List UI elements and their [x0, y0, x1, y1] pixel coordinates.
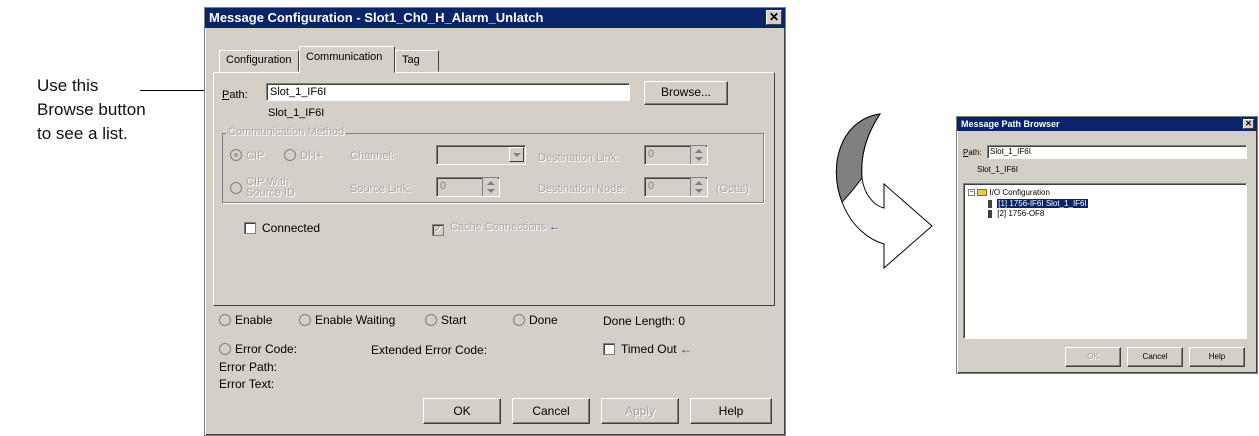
source-link-label: Source Link: — [350, 183, 412, 195]
browser-ok-button[interactable]: OK — [1065, 347, 1121, 367]
cip-source-id-radio[interactable]: CIP With Source ID — [230, 177, 295, 199]
message-path-browser-dialog: Message Path Browser ✕ Path: Slot_1_IF6I… — [956, 116, 1258, 374]
connected-checkbox[interactable]: Connected — [244, 221, 320, 235]
spinner-icon[interactable] — [482, 178, 498, 196]
checkbox-icon: ✓ — [432, 224, 444, 236]
message-configuration-dialog: Message Configuration - Slot1_Ch0_H_Alar… — [204, 7, 786, 436]
path-resolved-text: Slot_1_IF6I — [268, 107, 325, 119]
error-path-label: Error Path: — [219, 360, 278, 374]
radio-icon — [513, 314, 525, 326]
path-label: Path: — [222, 89, 248, 101]
dhplus-radio[interactable]: DH+ — [284, 149, 322, 162]
radio-icon — [219, 314, 231, 326]
module-icon — [988, 199, 992, 208]
io-configuration-tree[interactable]: − I/O Configuration [1] 1756-IF6I Slot_1… — [963, 183, 1247, 339]
octal-label: (Octal) — [716, 183, 749, 195]
browser-title: Message Path Browser — [961, 119, 1060, 129]
cip-radio[interactable]: CIP — [230, 149, 264, 162]
browse-button-label: Browse... — [660, 85, 711, 99]
radio-icon — [230, 182, 242, 194]
checkbox-icon — [603, 343, 615, 355]
destination-node-label: Destination Node: — [538, 183, 626, 195]
enable-waiting-indicator: Enable Waiting — [299, 313, 395, 327]
radio-icon — [299, 314, 311, 326]
cancel-button[interactable]: Cancel — [512, 398, 590, 424]
browser-path-resolved-text: Slot_1_IF6I — [977, 165, 1018, 174]
error-code-indicator: Error Code: — [219, 342, 297, 356]
tab-tag[interactable]: Tag — [395, 50, 439, 72]
close-icon[interactable]: ✕ — [1243, 119, 1254, 129]
destination-link-field[interactable]: 0 — [644, 145, 708, 165]
channel-dropdown[interactable] — [436, 145, 526, 165]
spinner-icon[interactable] — [690, 178, 706, 196]
close-icon[interactable]: ✕ — [766, 10, 782, 25]
tab-communication[interactable]: Communication — [299, 46, 395, 73]
tree-item[interactable]: [2] 1756-OF8 — [988, 209, 1044, 218]
browser-cancel-button[interactable]: Cancel — [1127, 347, 1183, 367]
enable-indicator: Enable — [219, 313, 272, 327]
blue-arrow-icon: ← — [549, 221, 561, 233]
radio-icon — [284, 149, 296, 161]
checkbox-icon — [244, 222, 256, 234]
communication-panel: Path: Slot_1_IF6I Slot_1_IF6I Browse... … — [213, 72, 775, 306]
curved-flow-arrow-icon — [835, 113, 933, 270]
extended-error-code-label: Extended Error Code: — [371, 343, 488, 357]
browser-help-button[interactable]: Help — [1189, 347, 1245, 367]
cache-connections-checkbox[interactable]: ✓ Cache Connections ← — [432, 221, 560, 236]
apply-button[interactable]: Apply — [601, 398, 679, 424]
folder-icon — [977, 189, 988, 197]
path-input[interactable]: Slot_1_IF6I — [266, 83, 630, 101]
dialog-title: Message Configuration - Slot1_Ch0_H_Alar… — [209, 10, 544, 25]
start-indicator: Start — [425, 313, 466, 327]
browser-path-label: Path: — [963, 148, 982, 157]
radio-icon — [425, 314, 437, 326]
timed-out-checkbox: Timed Out ← — [603, 342, 692, 356]
done-length-text: Done Length: 0 — [603, 314, 686, 328]
callout-text: Use this Browse button to see a list. — [37, 76, 146, 143]
tree-item[interactable]: [1] 1756-IF6I Slot_1_IF6I — [988, 199, 1088, 208]
communication-method-legend: Communication Method — [226, 126, 347, 138]
ok-button[interactable]: OK — [423, 398, 501, 424]
browser-path-input[interactable]: Slot_1_IF6I — [987, 145, 1247, 159]
destination-link-label: Destination Link: — [538, 152, 620, 164]
browser-titlebar: Message Path Browser ✕ — [957, 117, 1257, 131]
dialog-titlebar: Message Configuration - Slot1_Ch0_H_Alar… — [205, 8, 785, 28]
radio-icon — [219, 343, 231, 355]
radio-icon — [230, 149, 242, 161]
source-link-field[interactable]: 0 — [436, 177, 500, 197]
tree-root-item[interactable]: − I/O Configuration — [968, 188, 1050, 197]
channel-label: Channel: — [350, 150, 395, 162]
spinner-icon[interactable] — [690, 146, 706, 164]
help-button[interactable]: Help — [690, 398, 772, 424]
browse-button[interactable]: Browse... — [644, 81, 728, 105]
tab-configuration[interactable]: Configuration — [219, 50, 299, 72]
destination-node-field[interactable]: 0 — [644, 177, 708, 197]
tree-collapse-icon[interactable]: − — [968, 189, 975, 197]
module-icon — [988, 209, 992, 218]
blue-arrow-icon: ← — [679, 342, 692, 356]
error-text-label: Error Text: — [219, 377, 275, 391]
done-indicator: Done — [513, 313, 558, 327]
chevron-down-icon — [509, 147, 524, 162]
